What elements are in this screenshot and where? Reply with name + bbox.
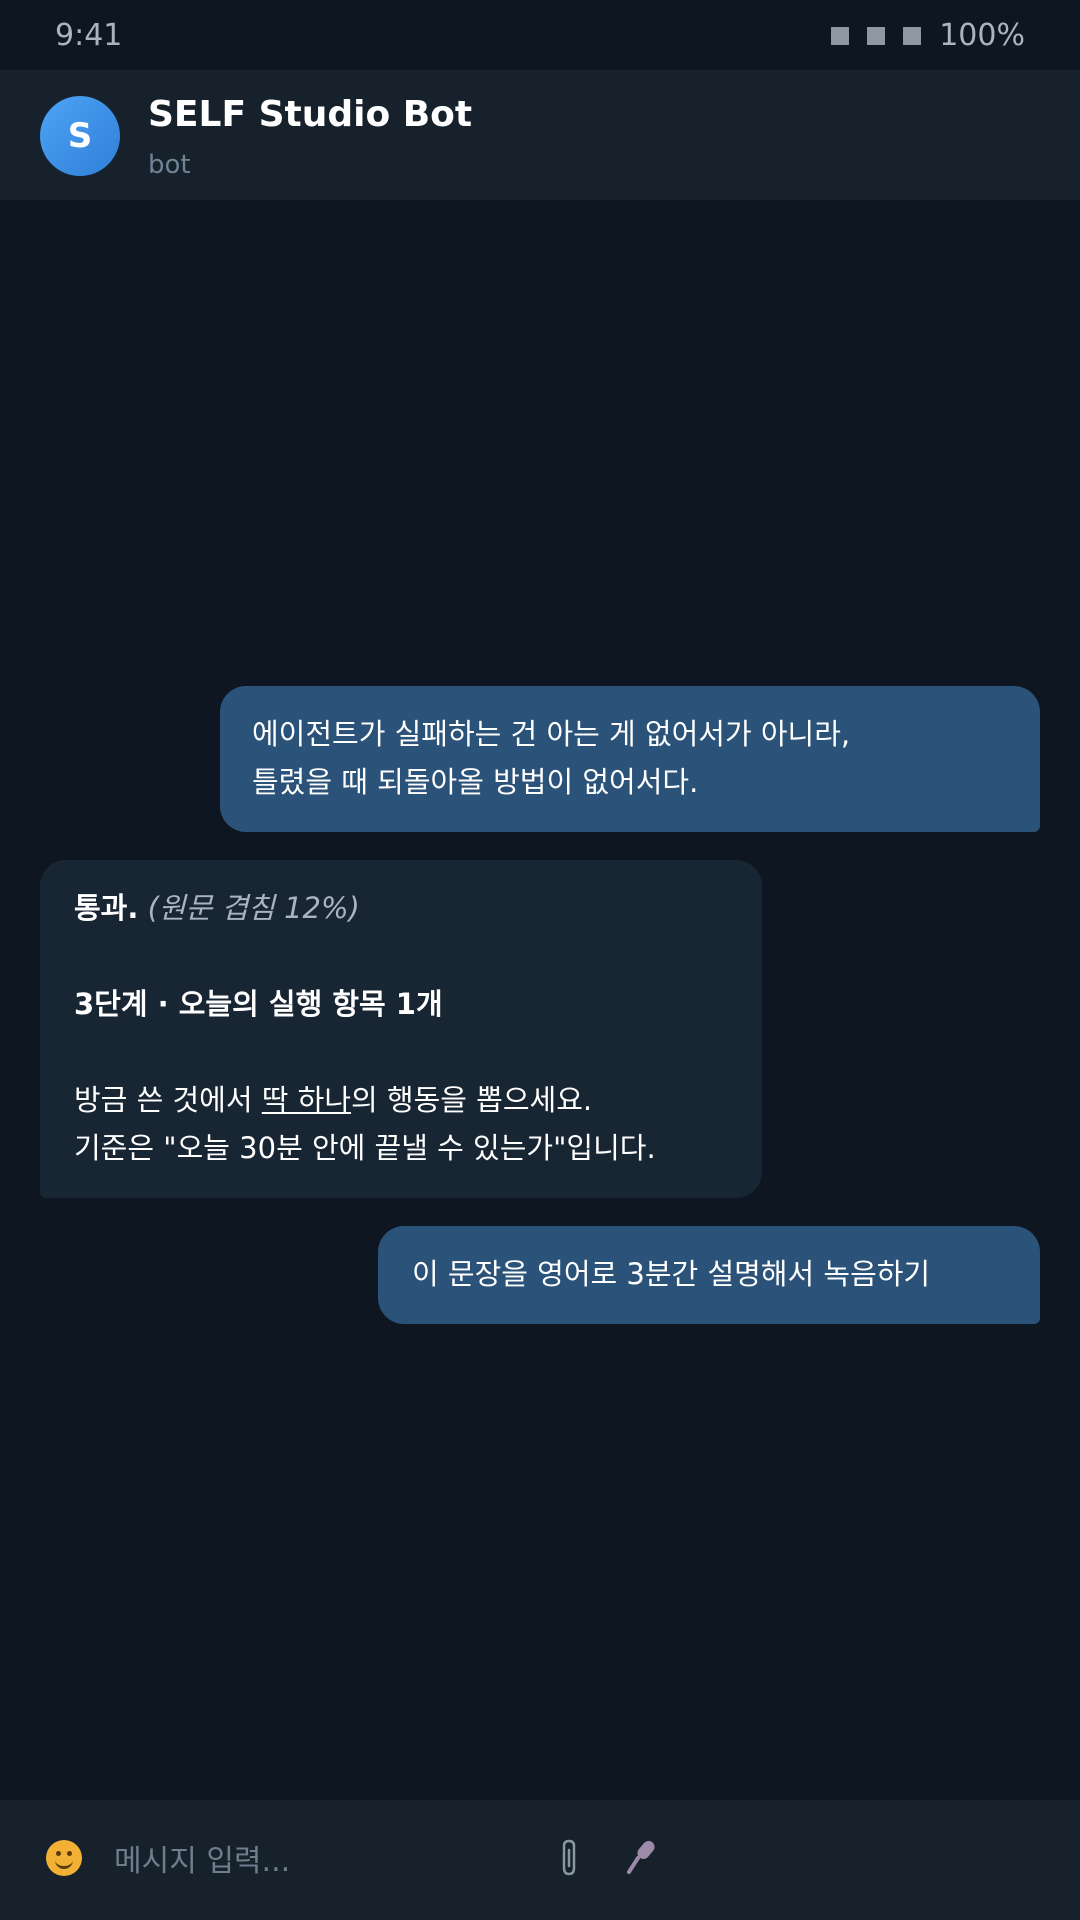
battery-icon bbox=[903, 26, 922, 45]
body-text: 의 행동을 뽑으세요. bbox=[351, 1083, 593, 1117]
chat-screen: 9:41 100% S SELF Studio Bot bot 에이전트가 실패… bbox=[0, 0, 1080, 1920]
chat-subtitle: bot bbox=[148, 150, 191, 180]
status-icons: 100% bbox=[831, 18, 1025, 53]
message-text-line: 이 문장을 영어로 3분간 설명해서 녹음하기 bbox=[412, 1257, 931, 1291]
message-verdict-line: 통과. (원문 겹침 12%) bbox=[74, 884, 728, 932]
message-incoming[interactable]: 통과. (원문 겹침 12%) 3단계 · 오늘의 실행 항목 1개 방금 쓴 … bbox=[40, 860, 762, 1198]
message-outgoing[interactable]: 에이전트가 실패하는 건 아는 게 없어서가 아니라, 틀렸을 때 되돌아올 방… bbox=[220, 686, 1040, 832]
message-body-line: 기준은 "오늘 30분 안에 끝낼 수 있는가"입니다. bbox=[74, 1131, 656, 1165]
message-text-line: 틀렸을 때 되돌아올 방법이 없어서다. bbox=[252, 765, 699, 799]
body-text: 방금 쓴 것에서 bbox=[74, 1083, 262, 1117]
wifi-icon bbox=[867, 26, 886, 45]
verdict-text: 통과. bbox=[74, 891, 139, 925]
battery-level: 100% bbox=[939, 18, 1025, 53]
message-text-line: 에이전트가 실패하는 건 아는 게 없어서가 아니라, bbox=[252, 717, 851, 751]
message-spacer bbox=[74, 932, 728, 980]
message-body-line: 방금 쓴 것에서 딱 하나의 행동을 뽑으세요. bbox=[74, 1076, 728, 1124]
mic-icon[interactable] bbox=[624, 1836, 660, 1880]
avatar[interactable]: S bbox=[40, 96, 120, 176]
message-input[interactable] bbox=[112, 1830, 536, 1892]
emoji-icon[interactable] bbox=[46, 1840, 82, 1876]
message-outgoing[interactable]: 이 문장을 영어로 3분간 설명해서 녹음하기 bbox=[378, 1226, 1040, 1324]
status-bar: 9:41 100% bbox=[0, 0, 1080, 70]
verdict-note: (원문 겹침 12%) bbox=[147, 891, 360, 925]
chat-header[interactable]: S SELF Studio Bot bot bbox=[0, 70, 1080, 200]
message-heading: 3단계 · 오늘의 실행 항목 1개 bbox=[74, 987, 443, 1021]
attach-icon[interactable] bbox=[556, 1836, 582, 1880]
message-input-bar bbox=[0, 1800, 1080, 1920]
body-underlined-text: 딱 하나 bbox=[261, 1083, 352, 1117]
emoji-mouth bbox=[55, 1857, 73, 1869]
status-time: 9:41 bbox=[55, 18, 123, 53]
message-spacer bbox=[74, 1028, 728, 1076]
chat-title: SELF Studio Bot bbox=[148, 94, 473, 135]
signal-icon bbox=[831, 26, 850, 45]
